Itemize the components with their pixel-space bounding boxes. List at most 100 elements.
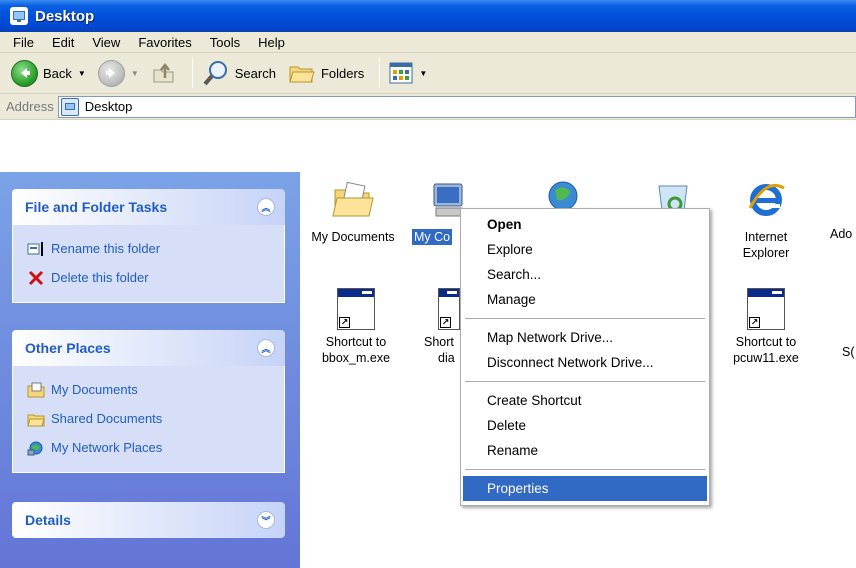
desktop-icon (60, 97, 79, 116)
task-rename-label: Rename this folder (51, 241, 161, 256)
back-dropdown-icon[interactable]: ▼ (78, 69, 86, 78)
task-delete-label: Delete this folder (51, 270, 149, 285)
search-button[interactable]: Search (199, 56, 279, 90)
address-bar: Address Desktop (0, 94, 856, 120)
shortcut-pcuw-label-line1: Shortcut to (735, 335, 797, 349)
place-my-documents[interactable]: My Documents (27, 375, 284, 404)
place-shared-documents[interactable]: Shared Documents (27, 404, 284, 433)
desktop-item-partial[interactable]: Ado (830, 226, 856, 242)
shortcut-bbox-label-line1: Shortcut to (325, 335, 387, 349)
partial-item-2-label: S( (842, 345, 855, 359)
search-icon (203, 61, 227, 86)
internet-explorer-icon (748, 184, 785, 216)
place-shared-documents-label: Shared Documents (51, 411, 163, 426)
menu-separator (465, 469, 705, 470)
details-header[interactable]: Details ︾ (12, 502, 285, 538)
rename-icon (27, 240, 45, 258)
place-my-documents-label: My Documents (51, 382, 138, 397)
address-value: Desktop (84, 99, 133, 114)
file-folder-tasks-header[interactable]: File and Folder Tasks ︽ (12, 189, 285, 225)
toolbar-separator (379, 58, 381, 88)
ctx-manage[interactable]: Manage (463, 287, 707, 312)
menu-help[interactable]: Help (249, 35, 294, 50)
menu-favorites[interactable]: Favorites (129, 35, 200, 50)
forward-arrow-icon (97, 59, 125, 87)
task-rename-folder[interactable]: Rename this folder (27, 234, 284, 263)
details-panel: Details ︾ (12, 502, 285, 538)
menu-file[interactable]: File (4, 35, 43, 50)
my-computer-label: My Co (412, 229, 453, 245)
folders-icon (289, 66, 315, 83)
address-field[interactable]: Desktop (57, 95, 856, 118)
toolbar: Back ▼ ▼ Search Folders ▼ (0, 53, 856, 94)
shortcut-pcuw-label-line2: pcuw11.exe (733, 351, 799, 365)
menu-view[interactable]: View (83, 35, 129, 50)
forward-dropdown-icon[interactable]: ▼ (131, 69, 139, 78)
forward-button[interactable]: ▼ (95, 56, 142, 90)
menu-separator (465, 318, 705, 319)
other-places-title: Other Places (25, 340, 111, 356)
expand-chevron-icon[interactable]: ︾ (257, 511, 275, 529)
file-folder-tasks-panel: File and Folder Tasks ︽ Rename this fold… (12, 189, 285, 303)
menu-bar: File Edit View Favorites Tools Help (0, 32, 856, 53)
internet-explorer-label-line2: Explorer (742, 246, 790, 260)
exe-shortcut-icon: ↗ (747, 288, 785, 330)
shared-folder-icon (27, 410, 45, 428)
up-folder-button[interactable] (148, 56, 180, 90)
ctx-rename[interactable]: Rename (463, 438, 707, 463)
context-menu: Open Explore Search... Manage Map Networ… (460, 208, 710, 506)
search-label: Search (234, 65, 276, 81)
delete-x-icon (27, 269, 45, 287)
my-documents-folder-icon (332, 181, 374, 217)
ctx-create-shortcut[interactable]: Create Shortcut (463, 388, 707, 413)
desktop-item-internet-explorer[interactable]: Internet Explorer (732, 178, 800, 261)
toolbar-separator (191, 58, 193, 88)
partial-item-label: Ado (830, 227, 853, 241)
shortcut-bbox-label-line2: bbox_m.exe (321, 351, 391, 365)
desktop-icon (10, 7, 28, 25)
desktop-item-shortcut-bbox[interactable]: ↗ Shortcut to bbox_m.exe (304, 288, 408, 366)
desktop-item-shortcut-pcuw[interactable]: ↗ Shortcut to pcuw11.exe (728, 288, 804, 366)
ctx-explore[interactable]: Explore (463, 237, 707, 262)
other-places-body: My Documents Shared Documents My Network… (12, 366, 285, 473)
window-title: Desktop (35, 7, 95, 25)
file-folder-tasks-title: File and Folder Tasks (25, 199, 168, 215)
up-folder-icon (153, 62, 174, 83)
ctx-delete[interactable]: Delete (463, 413, 707, 438)
menu-tools[interactable]: Tools (201, 35, 249, 50)
back-label: Back (43, 65, 72, 81)
exe-shortcut-icon: ↗ (438, 288, 460, 330)
details-title: Details (25, 512, 71, 528)
menu-edit[interactable]: Edit (43, 35, 83, 50)
title-bar[interactable]: Desktop (0, 0, 856, 32)
views-dropdown-icon: ▼ (419, 68, 428, 78)
other-places-header[interactable]: Other Places ︽ (12, 330, 285, 366)
ctx-map-network-drive[interactable]: Map Network Drive... (463, 325, 707, 350)
desktop-item-shortcut-partial[interactable]: ↗ Short dia (424, 288, 464, 366)
back-arrow-icon (11, 59, 38, 87)
task-delete-folder[interactable]: Delete this folder (27, 263, 284, 292)
file-folder-tasks-body: Rename this folder Delete this folder (12, 225, 285, 303)
my-documents-icon (27, 381, 45, 399)
internet-explorer-label-line1: Internet (744, 230, 788, 244)
collapse-chevron-icon[interactable]: ︽ (257, 339, 275, 357)
desktop-item-my-documents[interactable]: My Documents (302, 178, 404, 245)
shortcut-partial-label-line2: dia (438, 351, 455, 365)
address-label: Address (6, 99, 54, 114)
desktop-item-partial-2[interactable]: S( (842, 344, 856, 360)
collapse-chevron-icon[interactable]: ︽ (257, 198, 275, 216)
ctx-search[interactable]: Search... (463, 262, 707, 287)
back-button[interactable]: Back ▼ (8, 56, 89, 90)
views-icon (389, 62, 413, 84)
folders-button[interactable]: Folders (285, 56, 367, 90)
folders-label: Folders (320, 65, 365, 81)
other-places-panel: Other Places ︽ My Documents Shared Docum… (12, 330, 285, 473)
task-pane: File and Folder Tasks ︽ Rename this fold… (0, 172, 300, 568)
network-places-icon (27, 439, 45, 457)
ctx-open[interactable]: Open (463, 212, 707, 237)
ctx-disconnect-network-drive[interactable]: Disconnect Network Drive... (463, 350, 707, 375)
views-button[interactable]: ▼ (386, 56, 430, 90)
my-documents-label: My Documents (311, 230, 395, 244)
ctx-properties[interactable]: Properties (463, 476, 707, 501)
place-my-network-places[interactable]: My Network Places (27, 433, 284, 462)
